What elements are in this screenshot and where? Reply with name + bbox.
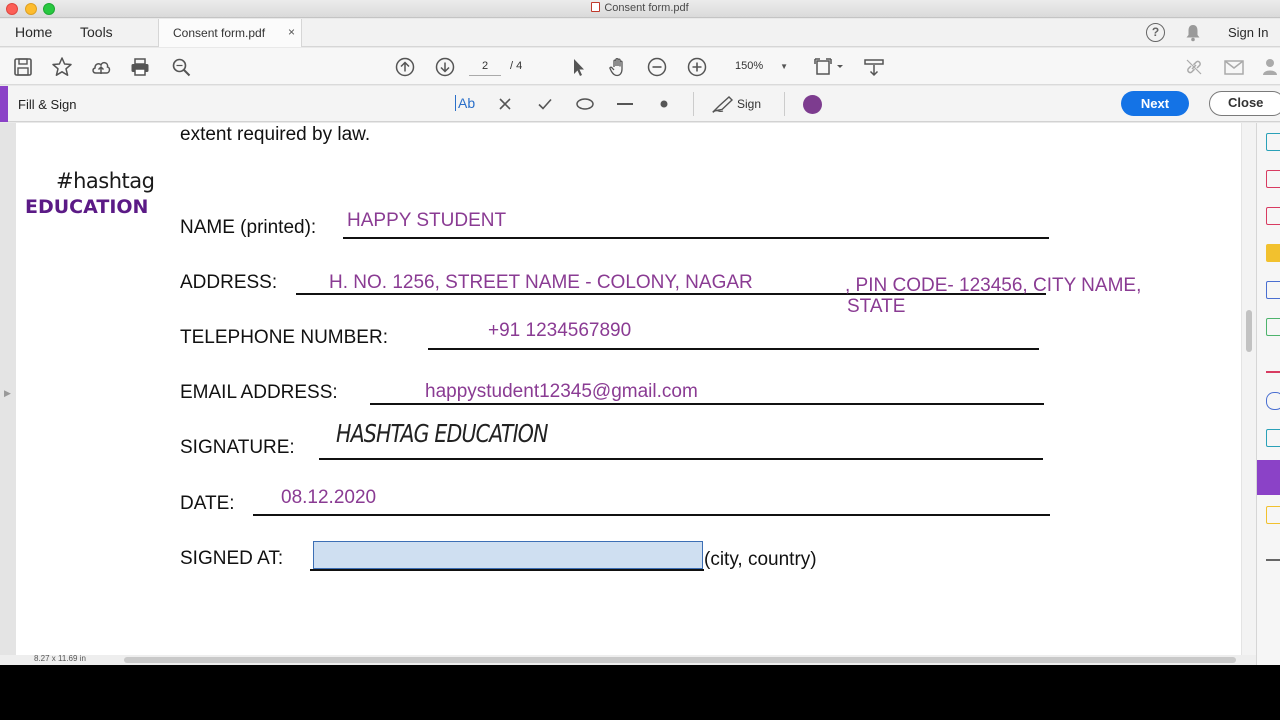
check-mark-icon[interactable] [537,94,553,114]
more-tools-icon[interactable] [1266,543,1280,561]
fill-form-icon[interactable] [1266,355,1280,373]
sign-button-label[interactable]: Sign [737,97,761,111]
signature-label: SIGNATURE: [180,437,295,458]
document-tab-label: Consent form.pdf [173,26,266,40]
window-title: Consent form.pdf [0,2,1280,14]
logo-line-1: #hashtag [56,169,155,193]
right-tools-panel [1256,123,1280,665]
header-text: extent required by law. [180,124,371,145]
page-total: / 4 [510,60,523,72]
next-page-icon[interactable] [434,56,456,78]
tab-home[interactable]: Home [15,24,52,40]
protect-icon[interactable] [1266,392,1280,410]
previous-page-icon[interactable] [394,56,416,78]
color-picker-swatch[interactable] [803,95,822,114]
line-tool-icon[interactable] [616,94,634,114]
email-underline [370,403,1044,405]
zoom-level-select[interactable]: 150% ▼ [728,57,794,76]
cloud-upload-icon[interactable] [90,56,112,78]
tab-tools[interactable]: Tools [80,24,113,40]
name-underline [343,237,1049,239]
add-text-tool[interactable]: Ab [455,95,481,115]
pdf-file-icon [591,2,601,12]
zoom-level-value: 150% [735,60,764,72]
name-label: NAME (printed): [180,217,317,238]
zoom-in-icon[interactable] [686,56,708,78]
combine-files-icon[interactable] [1266,281,1280,299]
chevron-down-icon: ▼ [780,62,788,71]
vertical-scrollbar[interactable] [1242,123,1256,655]
document-tab[interactable]: Consent form.pdf × [158,19,302,47]
fill-sign-tool-active-icon[interactable] [1257,460,1280,495]
select-cursor-icon[interactable] [567,56,589,78]
help-icon[interactable]: ? [1146,23,1165,42]
horizontal-scrollbar[interactable]: 8.27 x 11.69 in [0,654,1256,665]
sign-in-link[interactable]: Sign In [1228,25,1268,40]
search-icon[interactable] [170,56,192,78]
page-size-label: 8.27 x 11.69 in [34,654,86,663]
dot-tool-icon[interactable] [658,94,670,114]
stamp-icon[interactable] [1266,506,1280,524]
page-fit-icon[interactable] [812,56,846,78]
edit-pdf-icon[interactable] [1266,133,1280,151]
address-value-1[interactable]: H. NO. 1256, STREET NAME - COLONY, NAGAR [329,272,753,294]
link-icon[interactable] [1183,56,1205,78]
pdf-page: #hashtag EDUCATION extent required by la… [16,123,1241,655]
cross-mark-icon[interactable] [498,94,512,114]
tabs-bar: Home Tools Consent form.pdf × ? Sign In [0,19,1280,47]
close-button[interactable]: Close [1209,91,1280,116]
title-bar: Consent form.pdf [0,0,1280,18]
fill-sign-accent [0,86,8,122]
close-tab-icon[interactable]: × [288,25,295,39]
telephone-underline [428,348,1039,350]
sign-pen-icon[interactable] [711,94,735,114]
signature-underline [319,458,1043,460]
toolbar-divider [693,92,694,116]
email-icon[interactable] [1223,56,1245,78]
organize-pages-icon[interactable] [1266,170,1280,188]
logo-line-2: EDUCATION [25,196,149,218]
left-panel-toggle-icon[interactable]: ▶ [4,388,11,399]
date-underline [253,514,1050,516]
star-icon[interactable] [51,56,73,78]
signed-at-label: SIGNED AT: [180,548,284,569]
address-label: ADDRESS: [180,272,278,293]
signed-at-underline [310,569,704,571]
hand-tool-icon[interactable] [607,56,629,78]
horizontal-scroll-thumb[interactable] [124,657,1236,663]
comment-icon[interactable] [1266,244,1280,262]
signed-at-suffix: (city, country) [704,549,817,570]
telephone-label: TELEPHONE NUMBER: [180,327,388,348]
telephone-value[interactable]: +91 1234567890 [488,320,631,342]
main-toolbar: 2 / 4 150% ▼ [0,48,1280,85]
page-number-input[interactable]: 2 [469,57,501,76]
email-value[interactable]: happystudent12345@gmail.com [425,381,698,403]
email-label: EMAIL ADDRESS: [180,382,338,403]
ellipse-tool-icon[interactable] [575,94,595,114]
print-icon[interactable] [129,56,151,78]
scroll-mode-icon[interactable] [863,56,885,78]
zoom-out-icon[interactable] [646,56,668,78]
export-pdf-icon[interactable] [1266,207,1280,225]
document-viewport[interactable]: ▶ #hashtag EDUCATION extent required by … [0,123,1256,655]
fill-sign-title: Fill & Sign [18,97,77,112]
bell-icon[interactable] [1185,24,1201,42]
address-value-3[interactable]: STATE [847,296,905,318]
vertical-scroll-thumb[interactable] [1246,310,1252,352]
signature-value[interactable]: HASHTAG EDUCATION [336,419,548,448]
save-icon[interactable] [12,56,34,78]
app-window: Consent form.pdf Home Tools Consent form… [0,0,1280,665]
compare-icon[interactable] [1266,429,1280,447]
name-value[interactable]: HAPPY STUDENT [347,210,506,232]
fill-sign-toolbar: Fill & Sign Ab Sign Next Close [0,86,1280,122]
scan-icon[interactable] [1266,318,1280,336]
date-label: DATE: [180,493,235,514]
toolbar-divider [784,92,785,116]
address-value-2[interactable]: , PIN CODE- 123456, CITY NAME, [845,275,1141,297]
text-tool-label: Ab [455,95,476,111]
next-button[interactable]: Next [1121,91,1189,116]
signed-at-input[interactable] [313,541,703,569]
add-user-icon[interactable] [1261,56,1280,78]
date-value[interactable]: 08.12.2020 [281,487,376,509]
